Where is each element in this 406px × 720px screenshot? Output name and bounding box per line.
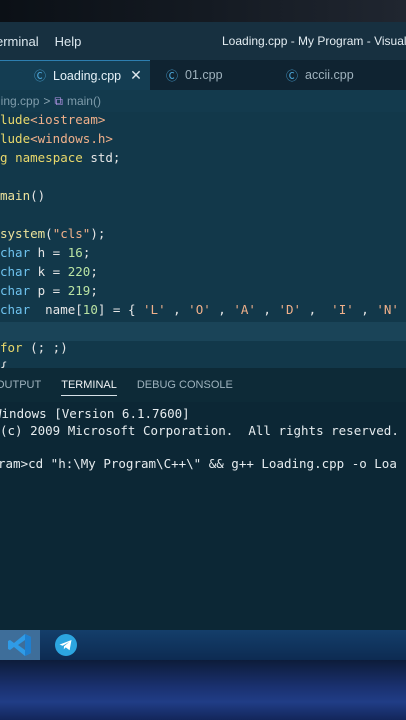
window-title: Loading.cpp - My Program - Visual [222,34,406,48]
code-line: char k = 220; [0,264,98,279]
top-blur [0,0,406,22]
code-line: char name[10] = { 'L' , 'O' , 'A' , 'D' … [0,302,399,317]
breadcrumb-separator: > [43,94,51,108]
desktop-background [0,660,406,720]
breadcrumb: ding.cpp > ⧉ main() [0,90,406,112]
c-plus-plus-icon: Ⓒ [34,69,47,83]
tab-label: 01.cpp [185,68,223,82]
code-line: system("cls"); [0,226,106,241]
taskbar-telegram[interactable] [46,630,86,660]
code-line: lude<iostream> [0,112,106,127]
tab-terminal[interactable]: TERMINAL [61,368,117,402]
vscode-icon [8,634,31,656]
telegram-icon [55,634,77,656]
taskbar-vscode[interactable] [0,630,40,660]
menu-bar: erminal Help Loading.cpp - My Program - … [0,22,406,60]
c-plus-plus-icon: Ⓒ [286,68,299,83]
menu-terminal[interactable]: erminal [0,34,39,49]
editor-tabs: Ⓒ Loading.cpp ✕ Ⓒ 01.cpp Ⓒ accii.cpp [0,60,406,90]
code-line: for (; ;) [0,340,68,355]
tab-accii-cpp[interactable]: Ⓒ accii.cpp [268,60,406,90]
terminal-line: Windows [Version 6.1.7600] [0,406,190,421]
tab-label: Loading.cpp [53,68,122,83]
code-line: char p = 219; [0,283,98,298]
close-icon[interactable]: ✕ [130,67,142,84]
code-line: { [0,359,8,368]
code-line: char h = 16; [0,245,91,260]
tab-01-cpp[interactable]: Ⓒ 01.cpp [150,60,268,90]
breadcrumb-file[interactable]: ding.cpp [0,94,39,108]
tab-label: accii.cpp [305,68,354,82]
terminal-line: (c) 2009 Microsoft Corporation. All righ… [0,423,399,438]
terminal-line: ram>cd "h:\My Program\C++\" && g++ Loadi… [0,456,397,471]
tab-debug-console[interactable]: DEBUG CONSOLE [137,368,233,402]
taskbar [0,630,406,660]
breadcrumb-symbol[interactable]: main() [67,94,101,108]
code-line: main() [0,188,46,203]
code-line: lude<windows.h> [0,131,113,146]
menu-help[interactable]: Help [55,34,82,49]
symbol-method-icon: ⧉ [54,93,63,108]
c-plus-plus-icon: Ⓒ [166,68,179,83]
code-line: g namespace std; [0,150,121,165]
tab-loading-cpp[interactable]: Ⓒ Loading.cpp ✕ [0,60,150,90]
terminal[interactable]: Windows [Version 6.1.7600] (c) 2009 Micr… [0,402,406,630]
tab-output[interactable]: OUTPUT [0,368,41,402]
panel-tabs: OUTPUT TERMINAL DEBUG CONSOLE [0,368,406,402]
code-editor[interactable]: lude<iostream> lude<windows.h> g namespa… [0,112,406,368]
